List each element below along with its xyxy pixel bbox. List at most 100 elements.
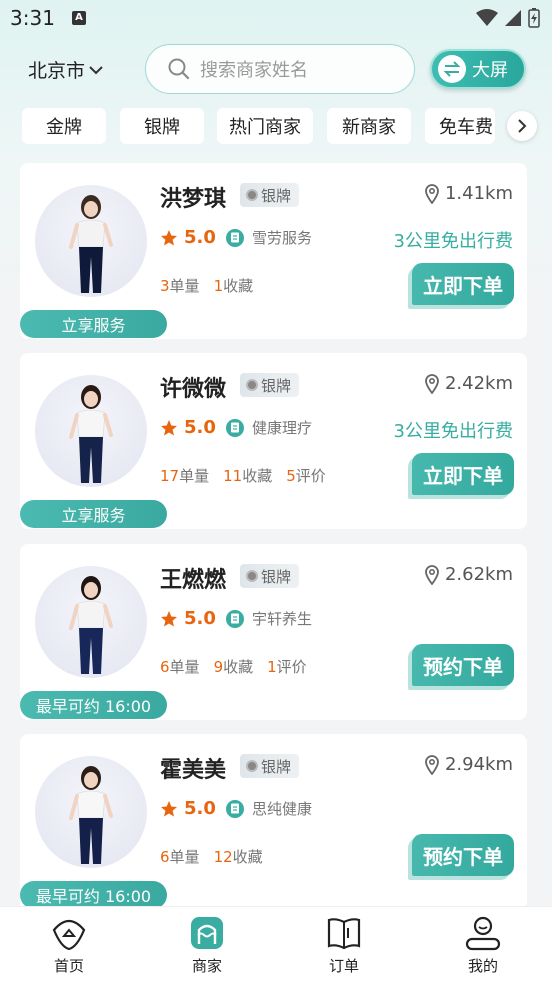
status-icons: [476, 8, 540, 28]
distance-value: 1.41km: [444, 183, 513, 204]
status-bar: 3:31 A: [0, 0, 552, 36]
distance: 2.62km: [425, 564, 513, 585]
merchant-avatar[interactable]: [35, 756, 147, 868]
chip-new[interactable]: 新商家: [327, 108, 411, 144]
category-label: 健康理疗: [252, 419, 313, 437]
free-travel-note: 3公里免出行费: [393, 421, 513, 442]
rating-value: 5.0: [184, 227, 216, 248]
service-category: 健康理疗: [226, 417, 312, 438]
silver-medal-icon: [246, 570, 258, 582]
order-button[interactable]: 立即下单: [412, 263, 514, 305]
nav-orders[interactable]: 订单: [304, 915, 384, 976]
tier-label: 银牌: [261, 376, 292, 395]
search-icon: [168, 58, 190, 80]
free-travel-note: 3公里免出行费: [393, 231, 513, 252]
merchant-card[interactable]: 最早可约 16:00 王燃燃 银牌 2.62km 5.0 宇轩养生 6单量 9收…: [20, 544, 527, 720]
order-button[interactable]: 立即下单: [412, 453, 514, 495]
silver-medal-icon: [246, 760, 258, 772]
category-label: 宇轩养生: [252, 610, 313, 628]
city-selector[interactable]: 北京市: [28, 56, 103, 83]
chip-free-fare[interactable]: 免车费: [425, 108, 495, 144]
rating: 5.0: [160, 227, 216, 248]
rating-value: 5.0: [184, 417, 216, 438]
chevron-right-icon[interactable]: [507, 111, 537, 141]
distance-value: 2.62km: [444, 564, 513, 585]
rating: 5.0: [160, 798, 216, 819]
chip-gold[interactable]: 金牌: [22, 108, 106, 144]
service-status-pill: 立享服务: [20, 500, 167, 528]
tier-badge: 银牌: [240, 564, 300, 588]
nav-home-label: 首页: [53, 957, 84, 975]
status-time: 3:31: [10, 6, 55, 30]
favorites-stat: 1收藏: [213, 277, 254, 295]
location-pin-icon: [425, 754, 439, 775]
nav-merchant-label: 商家: [191, 957, 222, 975]
merchant-name: 霍美美: [160, 758, 227, 783]
star-icon: [161, 800, 177, 816]
document-icon: [226, 799, 244, 818]
battery-icon: [528, 8, 540, 28]
document-icon: [226, 228, 244, 247]
distance: 1.41km: [425, 183, 513, 204]
tier-badge: 银牌: [240, 754, 300, 778]
rating-value: 5.0: [184, 798, 216, 819]
service-category: 思纯健康: [226, 798, 312, 819]
search-input[interactable]: 搜索商家姓名: [145, 44, 415, 94]
favorites-stat: 9收藏: [213, 658, 254, 676]
orders-stat: 3单量: [160, 277, 200, 295]
nav-merchant[interactable]: 商家: [167, 915, 247, 976]
chip-hot[interactable]: 热门商家: [217, 108, 313, 144]
reviews-stat: 1评价: [267, 658, 307, 676]
nav-home[interactable]: 首页: [29, 915, 109, 976]
order-button[interactable]: 预约下单: [412, 644, 514, 686]
order-button[interactable]: 预约下单: [412, 834, 514, 876]
service-status-pill: 最早可约 16:00: [20, 691, 167, 719]
distance: 2.94km: [425, 754, 513, 775]
star-icon: [161, 419, 177, 435]
category-label: 思纯健康: [252, 800, 313, 818]
silver-medal-icon: [246, 189, 258, 201]
merchant-avatar[interactable]: [35, 566, 147, 678]
order-book-icon: [326, 915, 362, 951]
reviews-stat: 5评价: [286, 467, 326, 485]
search-placeholder: 搜索商家姓名: [200, 60, 308, 81]
document-icon: [226, 609, 244, 628]
merchant-avatar[interactable]: [35, 185, 147, 297]
star-icon: [161, 229, 177, 245]
city-label: 北京市: [28, 60, 86, 82]
signal-icon: [505, 10, 521, 26]
distance-value: 2.94km: [444, 754, 513, 775]
favorites-stat: 12收藏: [213, 848, 263, 866]
location-pin-icon: [425, 564, 439, 585]
rating-value: 5.0: [184, 608, 216, 629]
nav-mine-label: 我的: [467, 957, 498, 975]
tier-badge: 银牌: [240, 183, 300, 207]
merchant-stats: 17单量 11收藏 5评价: [160, 465, 326, 486]
merchant-name: 洪梦琪: [160, 187, 227, 212]
service-category: 雪劳服务: [226, 227, 312, 248]
profile-icon: [465, 915, 501, 951]
distance: 2.42km: [425, 373, 513, 394]
merchant-avatar[interactable]: [35, 375, 147, 487]
merchant-stats: 6单量 9收藏 1评价: [160, 656, 307, 677]
location-pin-icon: [425, 373, 439, 394]
merchant-stats: 3单量 1收藏: [160, 275, 253, 296]
star-icon: [161, 610, 177, 626]
bigscreen-button[interactable]: 大屏: [430, 49, 526, 89]
merchant-card[interactable]: 立享服务 许微微 银牌 2.42km 5.0 健康理疗 3公里免出行费 17单量…: [20, 353, 527, 529]
rating: 5.0: [160, 417, 216, 438]
merchant-card[interactable]: 最早可约 16:00 霍美美 银牌 2.94km 5.0 思纯健康 6单量 12…: [20, 734, 527, 910]
chip-silver[interactable]: 银牌: [120, 108, 204, 144]
merchant-stats: 6单量 12收藏: [160, 846, 263, 867]
service-status-pill: 立享服务: [20, 310, 167, 338]
orders-stat: 6单量: [160, 658, 200, 676]
rating: 5.0: [160, 608, 216, 629]
notification-a-icon: A: [72, 11, 86, 25]
tier-badge: 银牌: [240, 373, 300, 397]
orders-stat: 6单量: [160, 848, 200, 866]
bigscreen-label: 大屏: [472, 60, 508, 81]
filter-chips: 金牌 银牌 热门商家 新商家 免车费: [0, 108, 552, 146]
nav-mine[interactable]: 我的: [443, 915, 523, 976]
merchant-card[interactable]: 立享服务 洪梦琪 银牌 1.41km 5.0 雪劳服务 3公里免出行费 3单量 …: [20, 163, 527, 339]
nav-orders-label: 订单: [328, 957, 359, 975]
